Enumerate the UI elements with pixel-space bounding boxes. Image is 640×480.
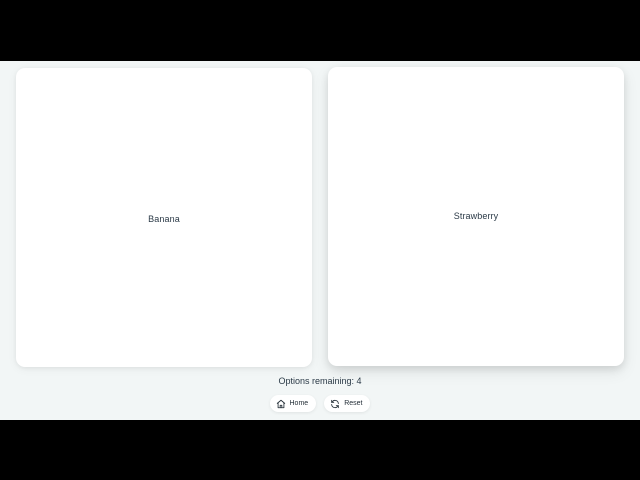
home-button[interactable]: Home (269, 395, 317, 412)
options-remaining-text: Options remaining: 4 (278, 376, 362, 386)
home-button-label: Home (289, 400, 309, 407)
reset-button[interactable]: Reset (324, 395, 371, 412)
letterbox-bottom (0, 420, 640, 480)
option-card-right[interactable]: Strawberry (328, 67, 624, 366)
option-card-left[interactable]: Banana (16, 68, 312, 367)
refresh-icon (330, 399, 340, 409)
control-bar: Home Reset (0, 395, 640, 412)
home-icon (276, 399, 286, 409)
option-label-right: Strawberry (453, 210, 499, 221)
reset-button-label: Reset (344, 400, 363, 407)
app-container: Banana Strawberry Options remaining: 4 H… (0, 61, 640, 420)
option-label-left: Banana (148, 213, 180, 224)
letterbox-top (0, 0, 640, 61)
